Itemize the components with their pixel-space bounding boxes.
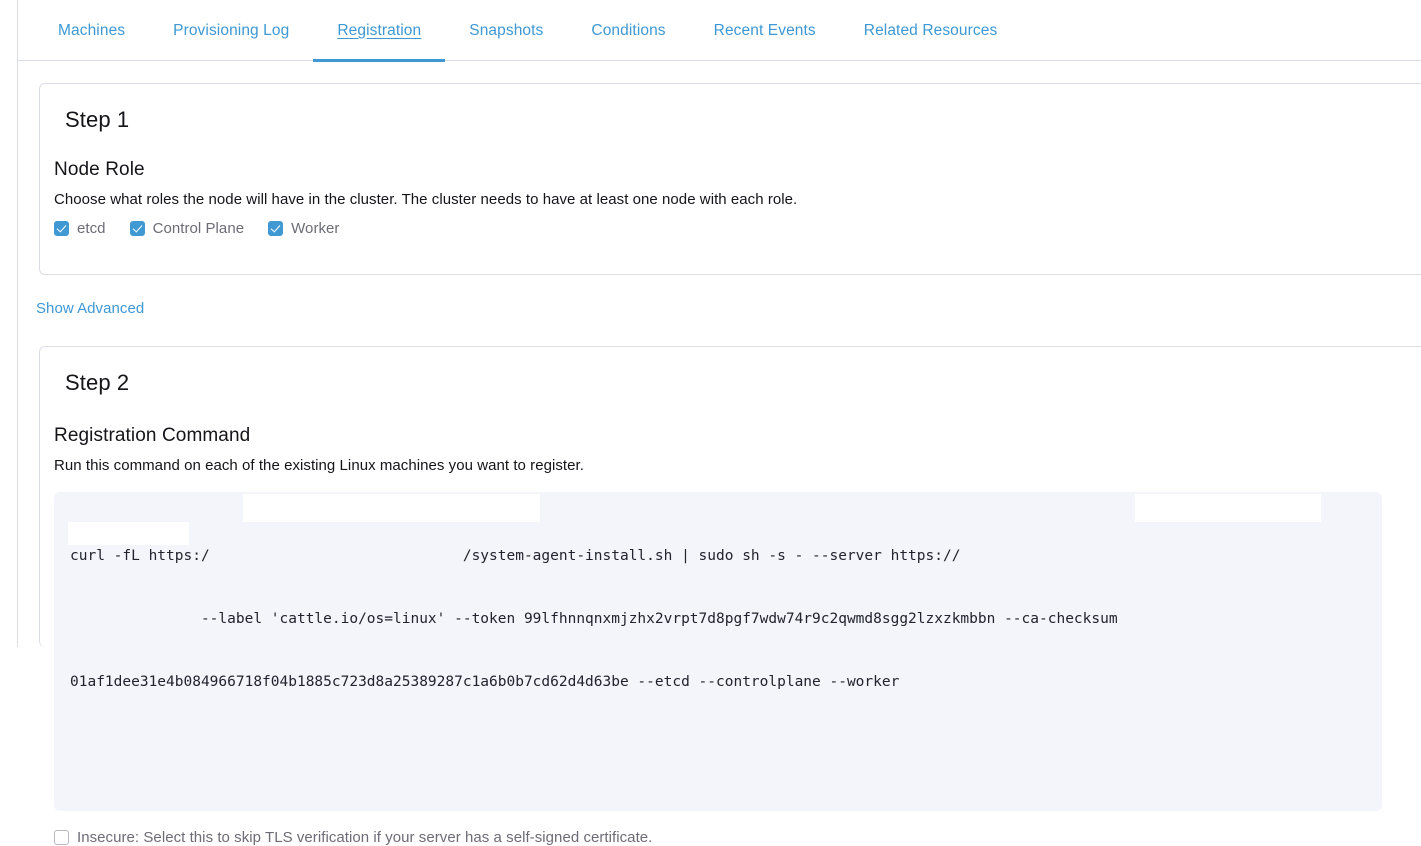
show-advanced-link[interactable]: Show Advanced [36,300,144,317]
check-icon [130,221,145,236]
tab-machines[interactable]: Machines [34,0,149,61]
checkbox-etcd[interactable]: etcd [54,220,106,237]
tab-label: Registration [337,22,421,40]
step-1-card: Step 1 Node Role Choose what roles the n… [39,83,1421,275]
insecure-option-row: Insecure: Select this to skip TLS verifi… [40,811,1421,846]
tab-label: Conditions [591,22,665,40]
checkbox-label: etcd [77,220,106,237]
tab-label: Snapshots [469,22,543,40]
node-role-description: Choose what roles the node will have in … [40,181,1421,208]
tab-label: Provisioning Log [173,22,289,40]
show-advanced-row: Show Advanced [36,300,144,318]
tab-related-resources[interactable]: Related Resources [840,0,1022,61]
insecure-label: Insecure: Select this to skip TLS verifi… [77,829,652,846]
node-role-heading: Node Role [40,133,1421,181]
redacted-server-host [243,494,540,522]
step-2-title: Step 2 [40,347,1421,396]
step-2-card: Step 2 Registration Command Run this com… [39,346,1421,647]
redacted-server-url-continued [68,522,189,545]
tab-conditions[interactable]: Conditions [567,0,689,61]
tab-registration[interactable]: Registration [313,0,445,61]
checkbox-label: Control Plane [153,220,245,237]
tab-label: Related Resources [864,22,998,40]
tab-snapshots[interactable]: Snapshots [445,0,567,61]
page-left-rule [17,0,18,647]
check-icon [268,221,283,236]
tab-provisioning-log[interactable]: Provisioning Log [149,0,313,61]
tab-label: Machines [58,22,125,40]
checkbox-insecure[interactable]: Insecure: Select this to skip TLS verifi… [54,829,652,846]
registration-command-description: Run this command on each of the existing… [40,447,1421,474]
checkbox-worker[interactable]: Worker [268,220,339,237]
node-role-checkbox-group: etcd Control Plane Worker [40,208,1421,237]
tab-bar: Machines Provisioning Log Registration S… [18,0,1421,61]
redacted-server-url [1135,494,1321,522]
check-icon [54,221,69,236]
registration-command-heading: Registration Command [40,396,1421,447]
tab-recent-events[interactable]: Recent Events [690,0,840,61]
tab-label: Recent Events [714,22,816,40]
command-line-2: --label 'cattle.io/os=linux' --token 99l… [70,609,1366,630]
registration-command-code[interactable]: curl -fL https:/ /system-agent-install.s… [54,492,1382,811]
step-1-title: Step 1 [40,84,1421,133]
checkbox-label: Worker [291,220,339,237]
checkbox-control-plane[interactable]: Control Plane [130,220,245,237]
command-line-3: 01af1dee31e4b084966718f04b1885c723d8a253… [70,672,1366,693]
checkbox-icon [54,830,69,845]
tab-list: Machines Provisioning Log Registration S… [18,0,1421,61]
command-line-1: curl -fL https:/ /system-agent-install.s… [70,546,1366,567]
